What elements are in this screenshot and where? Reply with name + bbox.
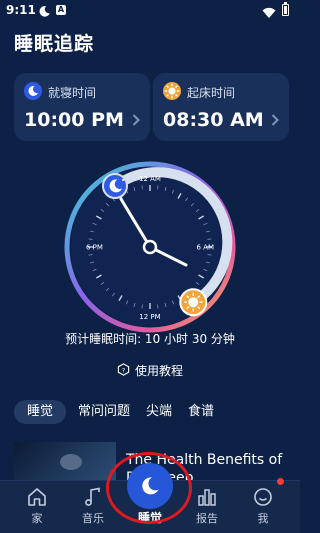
clock-tick [207, 254, 212, 256]
tab-sleep[interactable]: 睡觉 [14, 400, 67, 424]
page-title: 睡眠追踪 [14, 33, 95, 55]
clock-label-12am: 12 AM [139, 175, 161, 183]
clock-svg: 12 AM 6 AM 12 PM 6 PM [64, 161, 236, 333]
clock-tick [141, 304, 143, 309]
nav-home-label: 家 [31, 512, 43, 525]
notification-a-icon: A [56, 5, 66, 15]
sleep-clock-dial[interactable]: 12 AM 6 AM 12 PM 6 PM [62, 159, 238, 335]
battery-icon [282, 2, 289, 16]
bedtime-label: 就寝时间 [48, 86, 97, 100]
clock-label-6am: 6 AM [196, 244, 214, 252]
bedtime-handle[interactable] [102, 173, 128, 199]
sun-icon [163, 82, 181, 100]
clock-tick [157, 304, 159, 309]
nav-home[interactable]: 家 [12, 481, 62, 526]
svg-text:?: ? [122, 366, 125, 374]
clock-tick [141, 185, 143, 190]
chevron-right-icon [132, 111, 140, 130]
category-tabs: 睡觉 常问问题 尖端 食谱 [14, 400, 230, 424]
tutorial-link[interactable]: ? 使用教程 [0, 362, 300, 379]
highlight-ring [106, 452, 192, 524]
wakeup-card[interactable]: 起床时间 08:30 AM [153, 73, 289, 141]
clock-center [142, 239, 158, 255]
tab-faq[interactable]: 常问问题 [78, 400, 130, 424]
clock-tick [157, 185, 159, 190]
clock-tick [88, 254, 93, 256]
tab-recipes[interactable]: 食谱 [188, 400, 214, 424]
nav-report-label: 报告 [196, 512, 218, 525]
bedtime-value: 10:00 PM [24, 109, 124, 131]
chevron-right-icon [271, 111, 279, 130]
bedtime-card[interactable]: 就寝时间 10:00 PM [14, 73, 150, 141]
wifi-icon [262, 4, 276, 23]
home-icon [28, 488, 46, 506]
nav-music-label: 音乐 [82, 512, 104, 525]
wakeup-handle[interactable] [179, 288, 208, 317]
article-thumbnail [14, 442, 116, 480]
status-bar: 9:11 A [0, 0, 300, 22]
tutorial-icon: ? [117, 362, 130, 379]
wakeup-label: 起床时间 [187, 86, 236, 100]
notification-badge [277, 478, 284, 485]
clock-tick [88, 238, 93, 240]
clock-label-12pm: 12 PM [139, 313, 160, 321]
clock-label-6pm: 6 PM [86, 244, 103, 252]
wakeup-value: 08:30 AM [163, 109, 264, 131]
music-note-icon [85, 487, 100, 506]
do-not-disturb-icon [38, 3, 51, 22]
clock-tick [207, 238, 212, 240]
status-time: 9:11 [6, 3, 36, 17]
nav-me-label: 我 [257, 512, 269, 525]
tutorial-label: 使用教程 [134, 364, 183, 378]
moon-icon [24, 82, 42, 100]
estimated-sleep-text: 预计睡眠时间: 10 小时 30 分钟 [65, 332, 235, 346]
bar-chart-icon [198, 489, 216, 506]
tab-tips[interactable]: 尖端 [146, 400, 172, 424]
nav-me[interactable]: 我 [238, 481, 288, 526]
smiley-icon [254, 488, 272, 506]
